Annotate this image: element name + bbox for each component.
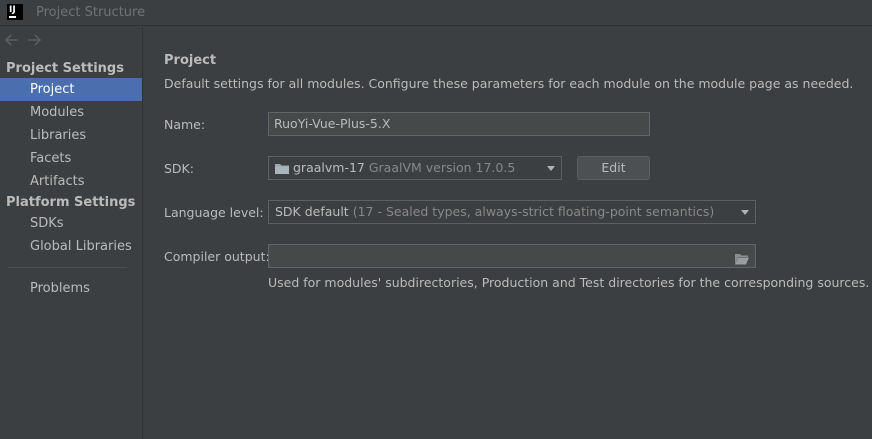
- arrow-right-icon[interactable]: [26, 33, 42, 47]
- language-level-detail: (17 - Sealed types, always-strict floati…: [352, 204, 715, 219]
- name-label: Name:: [164, 117, 206, 132]
- window-title: Project Structure: [36, 5, 146, 20]
- sidebar-divider: [8, 267, 127, 268]
- compiler-output-hint: Used for modules' subdirectories, Produc…: [268, 275, 870, 290]
- history-navigation: [4, 33, 42, 47]
- edit-sdk-button[interactable]: Edit: [577, 156, 650, 180]
- intellij-logo-icon: IJ: [7, 4, 23, 20]
- platform-settings-header: Platform Settings: [6, 195, 136, 210]
- project-name-field[interactable]: RuoYi-Vue-Plus-5.X: [268, 112, 650, 136]
- chevron-down-icon: [741, 210, 749, 215]
- chevron-down-icon: [547, 166, 555, 171]
- folder-icon: [275, 159, 289, 174]
- folder-browse-icon[interactable]: [735, 250, 749, 265]
- sidebar-item-modules[interactable]: Modules: [0, 101, 142, 124]
- sidebar-item-project[interactable]: Project: [0, 78, 142, 101]
- sidebar-item-sdks[interactable]: SDKs: [0, 212, 142, 235]
- project-settings-panel: Project Default settings for all modules…: [144, 27, 872, 439]
- sidebar-item-libraries[interactable]: Libraries: [0, 124, 142, 147]
- language-level-label: Language level:: [164, 205, 264, 220]
- arrow-left-icon[interactable]: [4, 33, 20, 47]
- compiler-output-label: Compiler output:: [164, 249, 270, 264]
- title-bar: IJ Project Structure: [0, 0, 872, 26]
- language-level-dropdown[interactable]: SDK default (17 - Sealed types, always-s…: [268, 200, 756, 224]
- sdk-dropdown[interactable]: graalvm-17 GraalVM version 17.0.5: [268, 156, 562, 180]
- sdk-version: GraalVM version 17.0.5: [368, 160, 516, 175]
- app-logo-text: IJ: [9, 5, 16, 15]
- sidebar: Project Settings Project Modules Librari…: [0, 27, 143, 439]
- page-title: Project: [164, 53, 217, 68]
- compiler-output-field[interactable]: [268, 244, 756, 268]
- sdk-name: graalvm-17: [293, 160, 365, 175]
- sidebar-item-problems[interactable]: Problems: [0, 277, 142, 300]
- language-level-value: SDK default: [275, 204, 349, 219]
- sidebar-item-facets[interactable]: Facets: [0, 147, 142, 170]
- sdk-label: SDK:: [164, 161, 194, 176]
- sidebar-item-global-libraries[interactable]: Global Libraries: [0, 235, 142, 258]
- project-settings-header: Project Settings: [6, 61, 124, 76]
- page-description: Default settings for all modules. Config…: [164, 76, 854, 91]
- sidebar-item-artifacts[interactable]: Artifacts: [0, 170, 142, 193]
